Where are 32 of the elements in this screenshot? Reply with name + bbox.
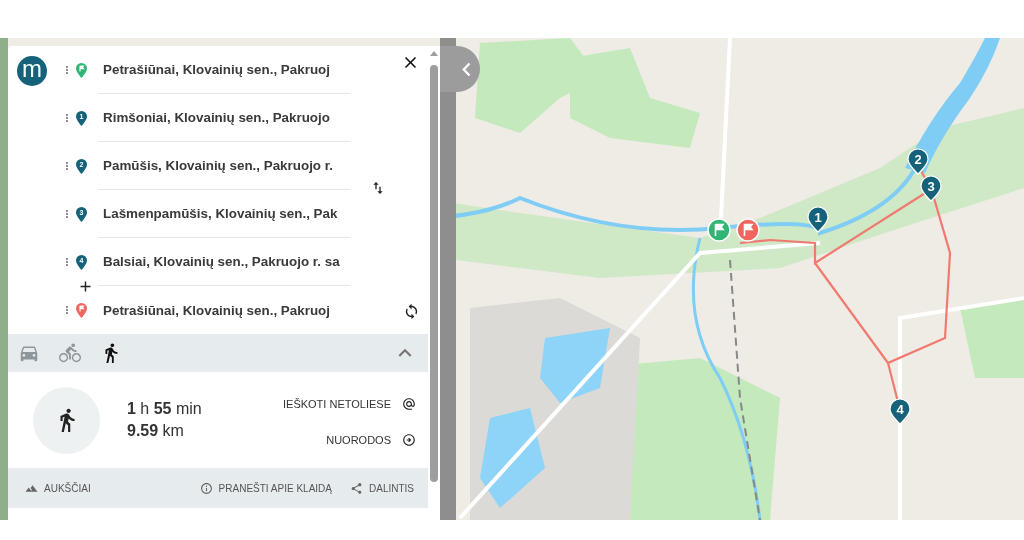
address-field[interactable]: Balsiai, Klovainių sen., Pakruojo r. sa: [98, 238, 351, 286]
scroll-up-arrow[interactable]: [430, 51, 438, 56]
duration-text: 1 h 55 min: [127, 400, 202, 418]
flag-marker-icon[interactable]: [707, 218, 731, 242]
address-field[interactable]: Petrašiūnai, Klovainių sen., Pakruoj: [98, 46, 351, 94]
map-pin[interactable]: 3: [920, 175, 942, 202]
flag-pin-icon: [76, 62, 87, 78]
collapse-panel-button[interactable]: [440, 46, 480, 92]
map-pin[interactable]: 2: [907, 148, 929, 175]
distance-text: 9.59 km: [127, 422, 185, 440]
flag-pin-icon: [76, 302, 87, 318]
share-icon: [350, 481, 363, 495]
bike-mode-tab[interactable]: [59, 342, 81, 364]
scrollbar-thumb[interactable]: [430, 65, 438, 482]
report-link[interactable]: PRANEŠTI APIE KLAIDĄ: [199, 481, 332, 495]
map-pin[interactable]: 4: [889, 398, 911, 425]
address-field[interactable]: Rimšoniai, Klovainių sen., Pakruojo: [98, 94, 351, 142]
map-pin[interactable]: 1: [807, 206, 829, 233]
elevation-link[interactable]: AUKŠČIAI: [25, 481, 91, 495]
at-sign-icon: [402, 397, 416, 411]
flag-marker-icon[interactable]: [736, 218, 760, 242]
address-field[interactable]: Petrašiūnai, Klovainių sen., Pakruoj: [98, 286, 351, 334]
loop-arrows-icon: [403, 303, 420, 320]
nearby-link[interactable]: IEŠKOTI NETOLIESE: [283, 397, 416, 411]
info-icon: [199, 481, 213, 495]
chevron-left-icon: [461, 61, 471, 77]
address-field[interactable]: Lašmenpamūšis, Klovainių sen., Pak: [98, 190, 351, 238]
address-field[interactable]: Pamūšis, Klovainių sen., Pakruojo r.: [98, 142, 351, 190]
directions-link[interactable]: NUORODOS: [326, 433, 416, 447]
app-logo[interactable]: m: [17, 56, 47, 86]
share-link[interactable]: DALINTIS: [350, 481, 414, 495]
round-trip-button[interactable]: [403, 303, 420, 320]
